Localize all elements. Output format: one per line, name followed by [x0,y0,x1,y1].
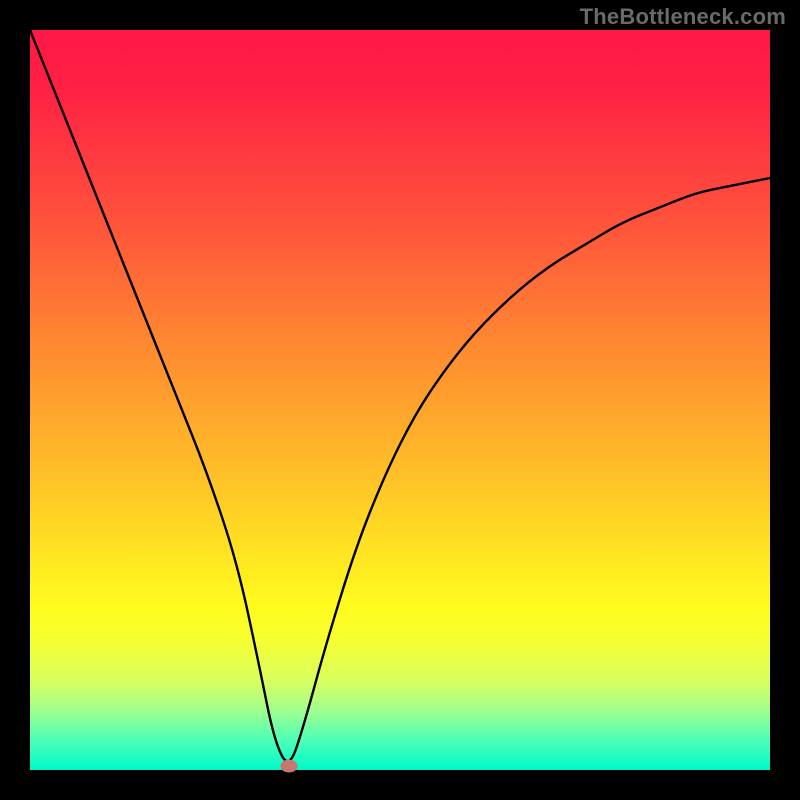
chart-frame: TheBottleneck.com [0,0,800,800]
watermark-text: TheBottleneck.com [580,4,786,30]
bottleneck-curve [30,30,770,770]
plot-area [30,30,770,770]
minimum-marker [281,760,298,773]
